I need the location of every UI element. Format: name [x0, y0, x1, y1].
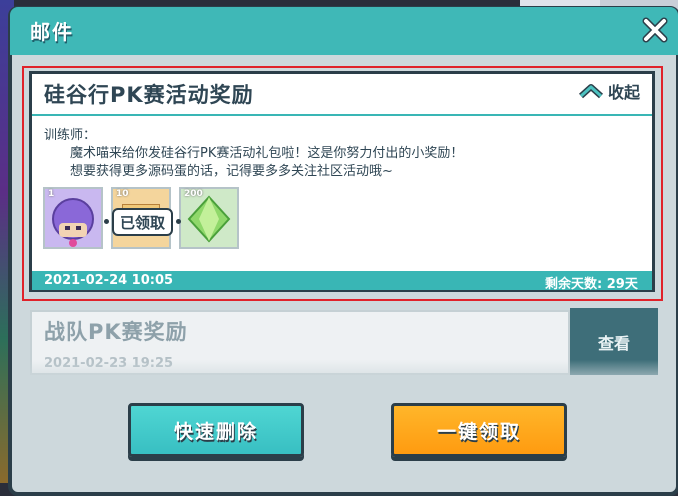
item-quantity: 1 — [48, 189, 55, 199]
collapse-label: 收起 — [608, 83, 641, 102]
collapse-button[interactable]: 收起 — [578, 80, 640, 102]
claim-all-label: 一键领取 — [436, 420, 521, 443]
mail-greeting: 训练师： — [44, 128, 97, 143]
view-label: 查看 — [597, 333, 630, 353]
mail-body-line: 魔术喵来给你发硅谷行PK赛活动礼包啦！这是你努力付出的小奖励！ — [70, 146, 464, 161]
reward-item[interactable]: 1 — [43, 187, 103, 249]
mail-title: 硅谷行PK赛活动奖励 — [44, 83, 254, 107]
chevron-up-icon — [578, 84, 604, 99]
mail-date: 2021-02-24 10:05 — [44, 273, 174, 288]
panel-title: 邮件 — [30, 20, 74, 44]
quick-delete-button[interactable]: 快速删除 — [128, 403, 304, 457]
days-remaining: 剩余天数: 29天 — [545, 277, 638, 292]
quick-delete-label: 快速删除 — [173, 420, 258, 443]
item-quantity: 200 — [184, 189, 203, 199]
claimed-badge: 已领取 — [103, 208, 182, 236]
mail-title: 战队PK赛奖励 — [44, 320, 188, 344]
claim-all-button[interactable]: 一键领取 — [391, 403, 567, 457]
item-quantity: 10 — [116, 189, 129, 199]
close-icon — [642, 17, 668, 43]
reward-item[interactable]: 200 — [179, 187, 239, 249]
divider — [32, 114, 652, 116]
list-fade-overlay — [22, 360, 672, 392]
panel-header — [10, 7, 678, 55]
mail-body-line: 想要获得更多源码蛋的话，记得要多多关注社区活动哦~ — [70, 164, 393, 179]
close-button[interactable] — [640, 15, 670, 45]
